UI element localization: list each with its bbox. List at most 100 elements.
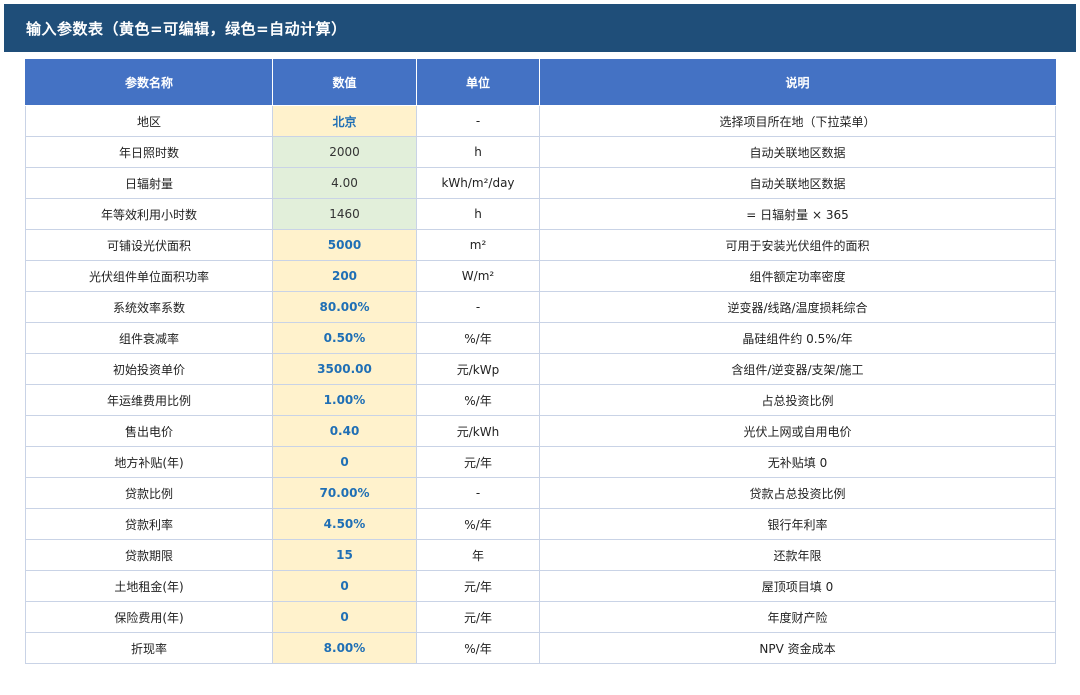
table-row: 土地租金(年) 0 元/年 屋顶项目填 0	[25, 570, 1056, 602]
param-unit-cell: 元/年	[416, 446, 540, 478]
parameter-sheet-page: 输入参数表（黄色=可编辑，绿色=自动计算） 参数名称 数值 单位 说明 地区 北京…	[0, 0, 1080, 695]
param-description-cell: 无补贴填 0	[539, 446, 1056, 478]
table-header-row: 参数名称 数值 单位 说明	[25, 59, 1056, 106]
param-name-cell: 贷款利率	[25, 508, 273, 540]
param-value-input[interactable]: 北京	[272, 105, 417, 137]
param-description-cell: 可用于安装光伏组件的面积	[539, 229, 1056, 261]
param-description-cell: 组件额定功率密度	[539, 260, 1056, 292]
param-value-input[interactable]: 80.00%	[272, 291, 417, 323]
table-row: 光伏组件单位面积功率 200 W/m² 组件额定功率密度	[25, 260, 1056, 292]
param-unit-cell: 元/年	[416, 601, 540, 633]
param-name-cell: 保险费用(年)	[25, 601, 273, 633]
table-row: 系统效率系数 80.00% - 逆变器/线路/温度损耗综合	[25, 291, 1056, 323]
param-description-cell: 占总投资比例	[539, 384, 1056, 416]
param-name-cell: 年等效利用小时数	[25, 198, 273, 230]
table-row: 贷款利率 4.50% %/年 银行年利率	[25, 508, 1056, 540]
table-row: 售出电价 0.40 元/kWh 光伏上网或自用电价	[25, 415, 1056, 447]
param-value-input[interactable]: 5000	[272, 229, 417, 261]
param-unit-cell: -	[416, 291, 540, 323]
table-row: 年日照时数 2000 h 自动关联地区数据	[25, 136, 1056, 168]
param-value-input[interactable]: 0.50%	[272, 322, 417, 354]
table-row: 组件衰减率 0.50% %/年 晶硅组件约 0.5%/年	[25, 322, 1056, 354]
param-description-cell: 晶硅组件约 0.5%/年	[539, 322, 1056, 354]
column-header-unit: 单位	[416, 59, 540, 106]
param-description-cell: 还款年限	[539, 539, 1056, 571]
column-header-value: 数值	[272, 59, 417, 106]
param-name-cell: 年日照时数	[25, 136, 273, 168]
table-row: 折现率 8.00% %/年 NPV 资金成本	[25, 632, 1056, 664]
param-value-computed: 2000	[272, 136, 417, 168]
param-value-input[interactable]: 8.00%	[272, 632, 417, 664]
param-description-cell: 选择项目所在地（下拉菜单）	[539, 105, 1056, 137]
param-value-computed: 4.00	[272, 167, 417, 199]
param-name-cell: 贷款比例	[25, 477, 273, 509]
param-name-cell: 日辐射量	[25, 167, 273, 199]
param-description-cell: 银行年利率	[539, 508, 1056, 540]
param-description-cell: 逆变器/线路/温度损耗综合	[539, 291, 1056, 323]
param-unit-cell: 元/kWp	[416, 353, 540, 385]
param-value-input[interactable]: 0	[272, 446, 417, 478]
param-description-cell: 含组件/逆变器/支架/施工	[539, 353, 1056, 385]
param-unit-cell: 元/kWh	[416, 415, 540, 447]
param-description-cell: NPV 资金成本	[539, 632, 1056, 664]
param-name-cell: 可铺设光伏面积	[25, 229, 273, 261]
param-name-cell: 光伏组件单位面积功率	[25, 260, 273, 292]
param-unit-cell: %/年	[416, 632, 540, 664]
table-row: 年运维费用比例 1.00% %/年 占总投资比例	[25, 384, 1056, 416]
table-row: 日辐射量 4.00 kWh/m²/day 自动关联地区数据	[25, 167, 1056, 199]
param-unit-cell: h	[416, 136, 540, 168]
param-unit-cell: -	[416, 477, 540, 509]
table-row: 年等效利用小时数 1460 h = 日辐射量 × 365	[25, 198, 1056, 230]
param-name-cell: 系统效率系数	[25, 291, 273, 323]
param-description-cell: = 日辐射量 × 365	[539, 198, 1056, 230]
param-name-cell: 年运维费用比例	[25, 384, 273, 416]
param-unit-cell: %/年	[416, 322, 540, 354]
param-description-cell: 自动关联地区数据	[539, 136, 1056, 168]
param-name-cell: 组件衰减率	[25, 322, 273, 354]
param-unit-cell: 年	[416, 539, 540, 571]
param-unit-cell: h	[416, 198, 540, 230]
table-row: 地方补贴(年) 0 元/年 无补贴填 0	[25, 446, 1056, 478]
param-value-input[interactable]: 0	[272, 570, 417, 602]
input-parameter-table: 参数名称 数值 单位 说明 地区 北京 - 选择项目所在地（下拉菜单） 年日照时数 200…	[25, 59, 1056, 664]
param-description-cell: 屋顶项目填 0	[539, 570, 1056, 602]
param-unit-cell: %/年	[416, 508, 540, 540]
table-row: 地区 北京 - 选择项目所在地（下拉菜单）	[25, 105, 1056, 137]
param-unit-cell: 元/年	[416, 570, 540, 602]
param-unit-cell: W/m²	[416, 260, 540, 292]
param-value-input[interactable]: 0.40	[272, 415, 417, 447]
column-header-name: 参数名称	[25, 59, 273, 106]
page-title: 输入参数表（黄色=可编辑，绿色=自动计算）	[26, 19, 347, 38]
table-row: 初始投资单价 3500.00 元/kWp 含组件/逆变器/支架/施工	[25, 353, 1056, 385]
column-header-description: 说明	[539, 59, 1056, 106]
param-value-input[interactable]: 70.00%	[272, 477, 417, 509]
param-value-input[interactable]: 15	[272, 539, 417, 571]
param-name-cell: 售出电价	[25, 415, 273, 447]
param-description-cell: 自动关联地区数据	[539, 167, 1056, 199]
param-name-cell: 初始投资单价	[25, 353, 273, 385]
param-unit-cell: -	[416, 105, 540, 137]
param-description-cell: 年度财产险	[539, 601, 1056, 633]
page-header: 输入参数表（黄色=可编辑，绿色=自动计算）	[4, 4, 1076, 52]
table-row: 贷款比例 70.00% - 贷款占总投资比例	[25, 477, 1056, 509]
param-description-cell: 光伏上网或自用电价	[539, 415, 1056, 447]
param-name-cell: 地方补贴(年)	[25, 446, 273, 478]
param-name-cell: 土地租金(年)	[25, 570, 273, 602]
table-row: 保险费用(年) 0 元/年 年度财产险	[25, 601, 1056, 633]
table-row: 贷款期限 15 年还款年限	[25, 539, 1056, 571]
param-value-input[interactable]: 4.50%	[272, 508, 417, 540]
param-unit-cell: %/年	[416, 384, 540, 416]
table-row: 可铺设光伏面积 5000 m² 可用于安装光伏组件的面积	[25, 229, 1056, 261]
param-name-cell: 折现率	[25, 632, 273, 664]
param-value-input[interactable]: 1.00%	[272, 384, 417, 416]
param-name-cell: 地区	[25, 105, 273, 137]
param-value-input[interactable]: 3500.00	[272, 353, 417, 385]
param-unit-cell: kWh/m²/day	[416, 167, 540, 199]
param-unit-cell: m²	[416, 229, 540, 261]
param-value-input[interactable]: 0	[272, 601, 417, 633]
param-value-input[interactable]: 200	[272, 260, 417, 292]
param-name-cell: 贷款期限	[25, 539, 273, 571]
param-description-cell: 贷款占总投资比例	[539, 477, 1056, 509]
table-body: 地区 北京 - 选择项目所在地（下拉菜单） 年日照时数 2000 h 自动关联地区数据 日辐射量…	[25, 105, 1056, 664]
param-value-computed: 1460	[272, 198, 417, 230]
